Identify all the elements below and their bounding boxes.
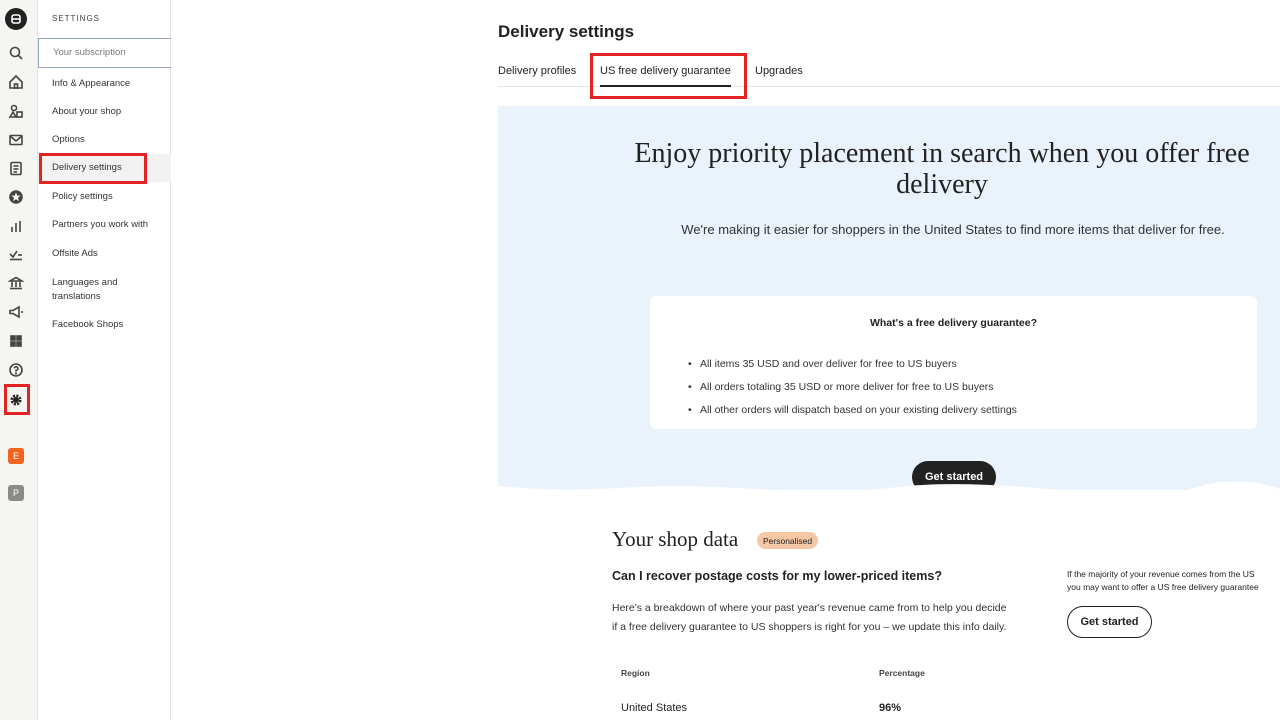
hero-subtext: We're making it easier for shoppers in t… [681,222,1225,237]
star-icon[interactable] [6,187,26,207]
delivery-settings-highlight [39,153,147,184]
main-content: Delivery settings Delivery profiles US f… [498,0,1280,720]
table-cell-percentage: 96% [879,702,902,714]
sidebar-item-options[interactable]: Options [38,133,171,147]
settings-sidebar: SETTINGS Your subscription Info & Appear… [38,0,171,720]
marketing-icon[interactable] [6,302,26,322]
settings-header: SETTINGS [52,14,101,23]
tab-upgrades[interactable]: Upgrades [755,65,803,77]
list-item: All orders totaling 35 USD or more deliv… [688,376,1017,399]
orders-icon[interactable] [6,158,26,178]
settings-highlight [4,384,30,415]
shop-badge-e[interactable]: E [8,448,24,464]
shop-logo-icon[interactable] [5,8,27,30]
wave-divider [498,482,1280,498]
apps-icon[interactable] [6,331,26,351]
search-icon[interactable] [6,43,26,63]
trending-icon[interactable] [6,244,26,264]
tab-delivery-profiles[interactable]: Delivery profiles [498,65,576,77]
home-icon[interactable] [6,72,26,92]
hero-heading: Enjoy priority placement in search when … [634,138,1250,200]
table-cell-region: United States [621,702,688,714]
side-note-line: you may want to offer a US free delivery… [1067,582,1259,592]
listings-icon[interactable] [6,101,26,121]
list-item: All other orders will dispatch based on … [688,399,1017,422]
shop-badge-p[interactable]: P [8,485,24,501]
messages-icon[interactable] [6,130,26,150]
sidebar-item-languages[interactable]: Languages and translations [38,276,156,304]
side-note-line: If the majority of your revenue comes fr… [1067,569,1255,579]
table-header-region: Region [621,668,650,678]
sidebar-item-offsite-ads[interactable]: Offsite Ads [38,247,171,261]
sidebar-item-facebook-shops[interactable]: Facebook Shops [38,318,171,332]
hero-banner: Enjoy priority placement in search when … [498,106,1280,498]
sidebar-item-partners[interactable]: Partners you work with [38,218,171,232]
stats-icon[interactable] [6,216,26,236]
sidebar-item-subscription[interactable]: Your subscription [38,38,171,68]
shop-data-title: Your shop data [612,527,739,551]
postage-question: Can I recover postage costs for my lower… [612,569,942,583]
sidebar-item-policy-settings[interactable]: Policy settings [38,190,171,204]
list-item: All items 35 USD and over deliver for fr… [688,353,1017,376]
side-note: If the majority of your revenue comes fr… [1067,568,1280,594]
guarantee-card: What's a free delivery guarantee? All it… [650,296,1257,429]
revenue-breakdown-text: Here's a breakdown of where your past ye… [612,602,1007,633]
help-icon[interactable] [6,360,26,380]
side-get-started-button[interactable]: Get started [1067,606,1152,638]
finances-icon[interactable] [6,273,26,293]
tab-highlight [590,53,747,99]
guarantee-list: All items 35 USD and over deliver for fr… [688,353,1017,422]
personalised-badge: Personalised [757,532,819,549]
page-title: Delivery settings [498,22,635,41]
icon-rail: E P [0,0,38,720]
guarantee-card-title: What's a free delivery guarantee? [869,317,1038,329]
sidebar-item-about-shop[interactable]: About your shop [38,105,171,119]
table-header-percentage: Percentage [879,668,925,678]
sidebar-item-info-appearance[interactable]: Info & Appearance [38,77,171,91]
